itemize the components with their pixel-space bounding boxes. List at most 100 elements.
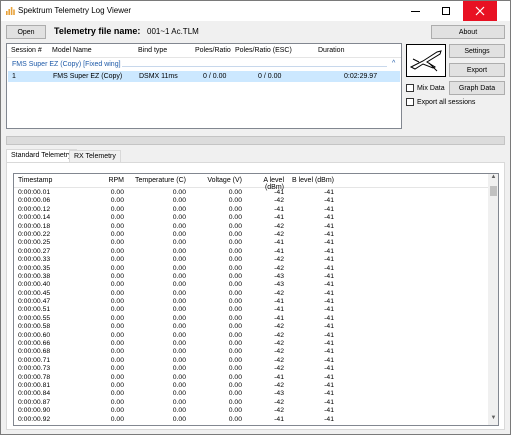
telemetry-grid[interactable]: Timestamp RPM Temperature (C) Voltage (V… <box>13 173 499 426</box>
table-row[interactable]: 0:00:00.84 0.00 0.00 0.00 -43 -41 <box>14 390 488 398</box>
maximize-button[interactable] <box>431 1 461 21</box>
table-row[interactable]: 0:00:00.60 0.00 0.00 0.00 -42 -41 <box>14 332 488 340</box>
table-row[interactable]: 0:00:00.78 0.00 0.00 0.00 -41 -41 <box>14 374 488 382</box>
close-button[interactable] <box>463 1 497 21</box>
row-temperature: 0.00 <box>172 398 186 406</box>
row-temperature: 0.00 <box>172 381 186 389</box>
column-header-voltage[interactable]: Voltage (V) <box>190 177 242 184</box>
row-timestamp: 0:00:00.81 <box>18 381 51 389</box>
column-header-rpm[interactable]: RPM <box>74 177 124 184</box>
row-voltage: 0.00 <box>228 323 242 331</box>
table-row[interactable]: 0:00:00.73 0.00 0.00 0.00 -42 -41 <box>14 365 488 373</box>
row-rpm: 0.00 <box>110 264 124 272</box>
table-row[interactable]: 0:00:00.66 0.00 0.00 0.00 -42 -41 <box>14 340 488 348</box>
table-row[interactable]: 0:00:00.06 0.00 0.00 0.00 -42 -41 <box>14 197 488 205</box>
table-row[interactable]: 0:00:00.40 0.00 0.00 0.00 -43 -41 <box>14 281 488 289</box>
row-rpm: 0.00 <box>110 272 124 280</box>
column-header-temperature[interactable]: Temperature (C) <box>126 177 186 184</box>
checkbox-box[interactable] <box>406 84 414 92</box>
row-voltage: 0.00 <box>228 373 242 381</box>
table-row[interactable]: 0:00:00.33 0.00 0.00 0.00 -42 -41 <box>14 256 488 264</box>
row-b-level: -41 <box>324 381 334 389</box>
session-list[interactable]: Session # Model Name Bind type Poles/Rat… <box>6 43 402 129</box>
table-row[interactable]: 0:00:00.68 0.00 0.00 0.00 -42 -41 <box>14 348 488 356</box>
minimize-button[interactable] <box>400 1 430 21</box>
row-temperature: 0.00 <box>172 356 186 364</box>
column-header-duration[interactable]: Duration <box>318 47 344 54</box>
vertical-scrollbar[interactable]: ▲ ▼ <box>488 174 498 425</box>
row-rpm: 0.00 <box>110 407 124 415</box>
table-row[interactable]: 0:00:00.38 0.00 0.00 0.00 -43 -41 <box>14 273 488 281</box>
about-button[interactable]: About <box>431 25 505 39</box>
table-row[interactable]: 0:00:00.47 0.00 0.00 0.00 -41 -41 <box>14 298 488 306</box>
row-voltage: 0.00 <box>228 314 242 322</box>
chevron-up-icon[interactable]: ^ <box>392 60 395 67</box>
row-b-level: -41 <box>324 289 334 297</box>
table-row[interactable]: 0:00:00.22 0.00 0.00 0.00 -42 -41 <box>14 231 488 239</box>
row-temperature: 0.00 <box>172 340 186 348</box>
table-row[interactable]: 0:00:00.01 0.00 0.00 0.00 -41 -41 <box>14 189 488 197</box>
tab-standard-telemetry[interactable]: Standard Telemetry <box>6 149 77 163</box>
column-header-b-level[interactable]: B level (dBm) <box>288 177 334 184</box>
row-temperature: 0.00 <box>172 272 186 280</box>
row-timestamp: 0:00:00.84 <box>18 390 51 398</box>
table-row[interactable]: 0:00:00.14 0.00 0.00 0.00 -41 -41 <box>14 214 488 222</box>
row-a-level: -42 <box>274 348 284 356</box>
row-a-level: -42 <box>274 256 284 264</box>
settings-button[interactable]: Settings <box>449 44 505 58</box>
graph-data-button[interactable]: Graph Data <box>449 81 505 95</box>
telemetry-grid-body: 0:00:00.01 0.00 0.00 0.00 -41 -41 0:00:00.06 0.… <box>14 189 488 424</box>
row-b-level: -41 <box>324 222 334 230</box>
minimize-icon <box>410 10 420 12</box>
row-voltage: 0.00 <box>228 214 242 222</box>
row-voltage: 0.00 <box>228 340 242 348</box>
row-rpm: 0.00 <box>110 189 124 196</box>
table-row[interactable]: 0:00:00.25 0.00 0.00 0.00 -41 -41 <box>14 239 488 247</box>
column-header-poles-ratio[interactable]: Poles/Ratio <box>195 47 231 54</box>
title-bar[interactable]: Spektrum Telemetry Log Viewer <box>1 1 510 21</box>
panel-splitter[interactable] <box>6 136 505 145</box>
row-temperature: 0.00 <box>172 230 186 238</box>
row-b-level: -41 <box>324 298 334 306</box>
row-b-level: -41 <box>324 189 334 196</box>
table-row[interactable]: 0:00:00.81 0.00 0.00 0.00 -42 -41 <box>14 382 488 390</box>
column-header-poles-ratio-esc[interactable]: Poles/Ratio (ESC) <box>235 47 292 54</box>
row-a-level: -42 <box>274 356 284 364</box>
export-all-sessions-checkbox[interactable]: Export all sessions <box>406 98 475 106</box>
row-a-level: -41 <box>274 189 284 196</box>
table-row[interactable]: 0:00:00.92 0.00 0.00 0.00 -41 -41 <box>14 416 488 424</box>
mix-data-checkbox[interactable]: Mix Data <box>406 84 445 92</box>
scrollbar-thumb[interactable] <box>490 186 497 196</box>
row-temperature: 0.00 <box>172 298 186 306</box>
session-group-header[interactable]: FMS Super EZ (Copy) [Fixed wing] ^ <box>7 60 401 71</box>
row-timestamp: 0:00:00.51 <box>18 306 51 314</box>
app-window: Spektrum Telemetry Log Viewer Open Telem… <box>0 0 511 435</box>
row-temperature: 0.00 <box>172 197 186 205</box>
checkbox-box[interactable] <box>406 98 414 106</box>
table-row[interactable]: 0:00:00.55 0.00 0.00 0.00 -41 -41 <box>14 315 488 323</box>
row-timestamp: 0:00:00.78 <box>18 373 51 381</box>
table-row[interactable]: 0:00:00.51 0.00 0.00 0.00 -41 -41 <box>14 306 488 314</box>
scroll-up-icon[interactable]: ▲ <box>488 174 498 184</box>
column-header-timestamp[interactable]: Timestamp <box>18 177 52 184</box>
table-row[interactable]: 0:00:00.90 0.00 0.00 0.00 -42 -41 <box>14 407 488 415</box>
table-row[interactable]: 0:00:00.71 0.00 0.00 0.00 -42 -41 <box>14 357 488 365</box>
row-timestamp: 0:00:00.06 <box>18 197 51 205</box>
row-b-level: -41 <box>324 230 334 238</box>
table-row[interactable]: 0:00:00.35 0.00 0.00 0.00 -42 -41 <box>14 265 488 273</box>
table-row[interactable]: 0:00:00.12 0.00 0.00 0.00 -41 -41 <box>14 206 488 214</box>
column-header-model-name[interactable]: Model Name <box>52 47 92 54</box>
column-header-bind-type[interactable]: Bind type <box>138 47 167 54</box>
scroll-down-icon[interactable]: ▼ <box>488 415 498 425</box>
table-row[interactable]: 0:00:00.18 0.00 0.00 0.00 -42 -41 <box>14 223 488 231</box>
table-row[interactable]: 0:00:00.58 0.00 0.00 0.00 -42 -41 <box>14 323 488 331</box>
table-row[interactable]: 0:00:00.45 0.00 0.00 0.00 -42 -41 <box>14 290 488 298</box>
column-header-session[interactable]: Session # <box>11 47 42 54</box>
export-button[interactable]: Export <box>449 63 505 77</box>
row-b-level: -41 <box>324 415 334 423</box>
row-temperature: 0.00 <box>172 264 186 272</box>
table-row[interactable]: 0:00:00.87 0.00 0.00 0.00 -42 -41 <box>14 399 488 407</box>
open-button[interactable]: Open <box>6 25 46 39</box>
table-row[interactable]: 0:00:00.27 0.00 0.00 0.00 -41 -41 <box>14 248 488 256</box>
session-row[interactable]: 1 FMS Super EZ (Copy) DSMX 11ms 0 / 0.00… <box>8 71 400 82</box>
